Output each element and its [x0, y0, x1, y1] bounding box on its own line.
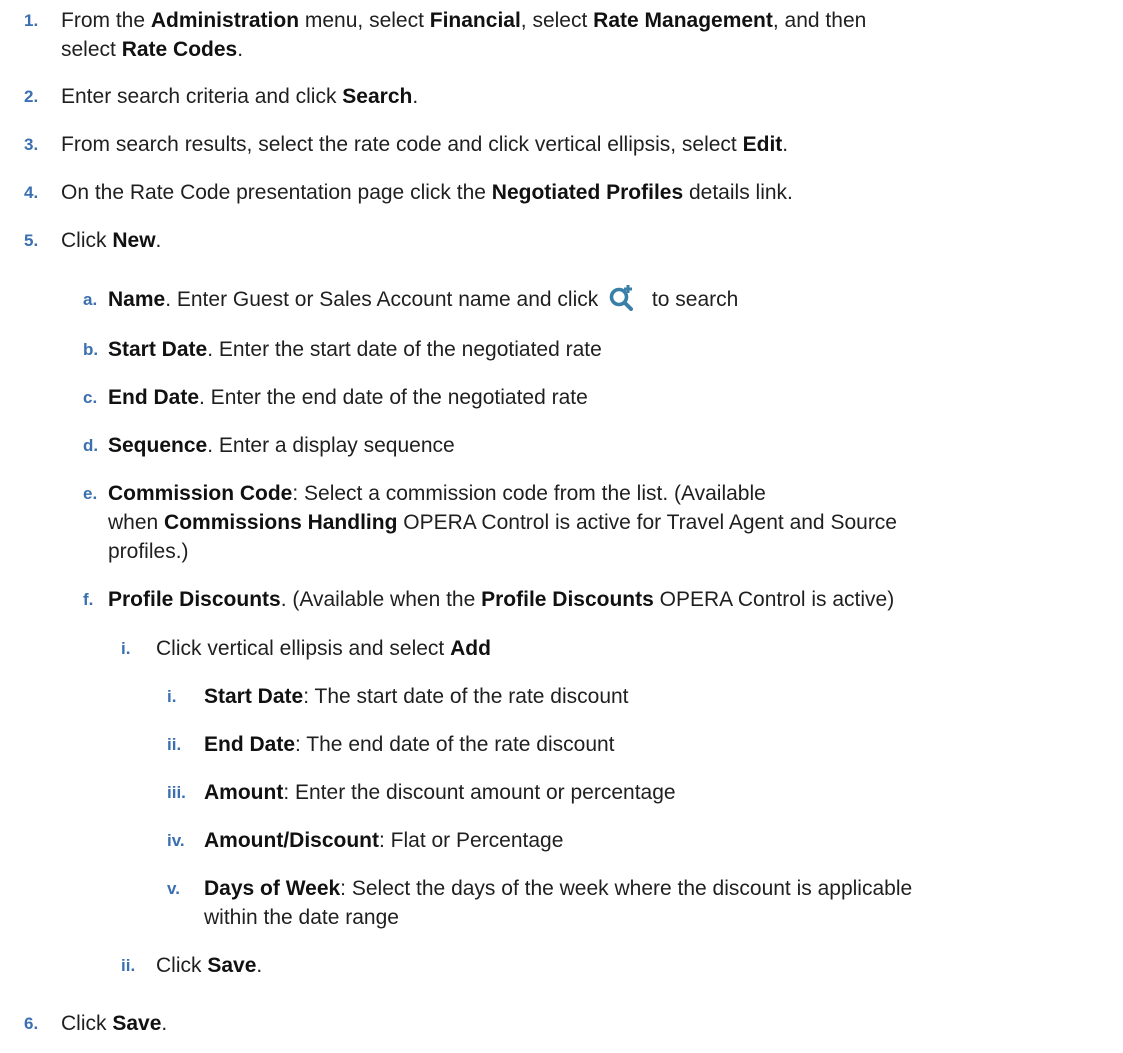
step-number: 6.	[24, 1014, 39, 1033]
step-text: select Rate Codes.	[61, 38, 244, 61]
detail-text: Days of Week: Select the days of the wee…	[204, 877, 913, 900]
substep-letter: d.	[83, 436, 99, 455]
step-text: Click Save.	[61, 1012, 168, 1035]
step-number: 1.	[24, 11, 39, 30]
substep-letter: e.	[83, 484, 98, 503]
substep-text: when Commissions Handling OPERA Control …	[108, 511, 897, 534]
detail-text: Start Date: The start date of the rate d…	[204, 685, 629, 708]
substep-roman: i.	[121, 639, 131, 658]
detail-roman: ii.	[167, 735, 182, 754]
substep-letter: b.	[83, 340, 99, 359]
step-number: 2.	[24, 87, 39, 106]
step-number: 5.	[24, 231, 39, 250]
detail-roman: iv.	[167, 831, 185, 850]
step-text: From search results, select the rate cod…	[61, 133, 789, 156]
substep-text: Profile Discounts. (Available when the P…	[108, 588, 895, 611]
step-text: Enter search criteria and click Search.	[61, 85, 419, 108]
search-plus-icon	[608, 283, 636, 312]
substep-text: Commission Code: Select a commission cod…	[108, 482, 766, 505]
detail-roman: v.	[167, 879, 180, 898]
step-number: 3.	[24, 135, 39, 154]
step-text: From the Administration menu, select Fin…	[61, 9, 867, 32]
detail-text: End Date: The end date of the rate disco…	[204, 733, 615, 756]
substep-roman: ii.	[121, 956, 136, 975]
detail-text: Amount/Discount: Flat or Percentage	[204, 829, 564, 852]
substep-text: Start Date. Enter the start date of the …	[108, 338, 602, 361]
step-number: 4.	[24, 183, 39, 202]
substep-letter: f.	[83, 590, 94, 609]
step-text: Click New.	[61, 229, 162, 252]
detail-text: within the date range	[204, 906, 399, 929]
detail-roman: iii.	[167, 783, 186, 802]
substep-letter: a.	[83, 290, 98, 309]
substep-text: Sequence. Enter a display sequence	[108, 434, 455, 457]
substep-letter: c.	[83, 388, 98, 407]
substep-text: profiles.)	[108, 540, 189, 563]
substep-text: Name. Enter Guest or Sales Account name …	[108, 285, 738, 314]
substep-text: End Date. Enter the end date of the nego…	[108, 386, 588, 409]
substep-text: Click vertical ellipsis and select Add	[156, 637, 491, 660]
step-text: On the Rate Code presentation page click…	[61, 181, 793, 204]
detail-text: Amount: Enter the discount amount or per…	[204, 781, 676, 804]
substep-text: Click Save.	[156, 954, 263, 977]
detail-roman: i.	[167, 687, 177, 706]
